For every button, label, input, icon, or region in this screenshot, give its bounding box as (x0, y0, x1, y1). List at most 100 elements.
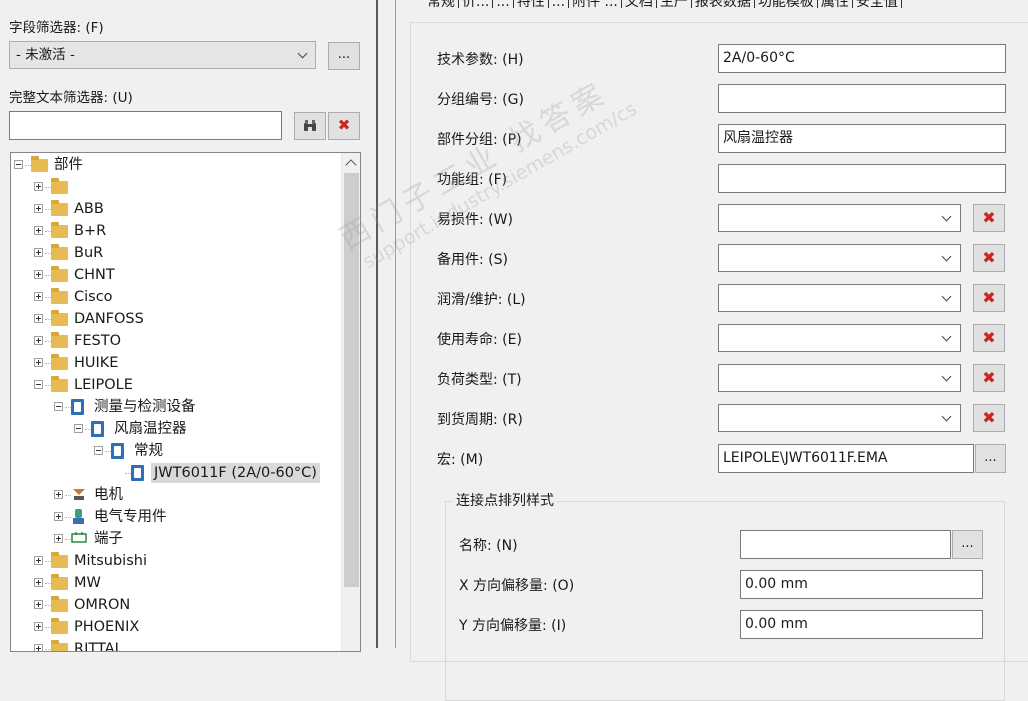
tab-6[interactable]: 文档 (622, 0, 656, 12)
parts-tree[interactable]: 部件 ABB B+R BuR CHNT Cisco DANFOSS FESTO HUIKE LEI… (10, 152, 361, 652)
expand-icon[interactable] (54, 512, 63, 521)
expand-icon[interactable] (34, 336, 43, 345)
tab-11[interactable]: 安全值 (853, 0, 901, 12)
group-number-input[interactable] (718, 84, 1006, 113)
service-life-dropdown[interactable] (718, 324, 961, 352)
folder-icon (51, 354, 68, 370)
expand-icon[interactable] (34, 314, 43, 323)
tree-item[interactable]: OMRON (11, 594, 341, 616)
part-group-input[interactable]: 风扇温控器 (718, 124, 1006, 153)
expand-icon[interactable] (34, 292, 43, 301)
wear-part-dropdown[interactable] (718, 204, 961, 232)
tab-0[interactable]: 常规 (424, 0, 458, 12)
lubrication-clear-button[interactable]: ✖ (973, 284, 1005, 312)
tree-item[interactable]: B+R (11, 220, 341, 242)
macro-browse-button[interactable]: ... (975, 444, 1006, 473)
folder-icon (51, 376, 68, 392)
tree-item[interactable]: 电机 (11, 484, 341, 506)
scroll-thumb[interactable] (344, 173, 359, 587)
expand-icon[interactable] (54, 490, 63, 499)
load-type-clear-button[interactable]: ✖ (973, 364, 1005, 392)
tree-item[interactable]: CHNT (11, 264, 341, 286)
tab-4[interactable]: ... (549, 0, 568, 12)
collapse-icon[interactable] (34, 380, 43, 389)
tree-item[interactable]: 测量与检测设备 (11, 396, 341, 418)
tab-9[interactable]: 功能模板 (755, 0, 817, 12)
tree-item[interactable]: 端子 (11, 528, 341, 550)
tree-item[interactable]: RITTAL (11, 638, 341, 651)
collapse-icon[interactable] (54, 402, 63, 411)
tab-1[interactable]: 价... (459, 0, 492, 12)
tree-scrollbar[interactable] (341, 153, 360, 651)
tree-item[interactable]: 电气专用件 (11, 506, 341, 528)
tab-5[interactable]: 附件 ... (569, 0, 621, 12)
expand-icon[interactable] (34, 270, 43, 279)
expand-icon[interactable] (34, 358, 43, 367)
search-button[interactable] (294, 112, 326, 140)
tree-item[interactable]: LEIPOLE (11, 374, 341, 396)
clear-filter-button[interactable]: ✖ (328, 112, 360, 140)
tab-10[interactable]: 属性 (818, 0, 852, 12)
expand-icon[interactable] (34, 644, 43, 651)
panel-splitter[interactable] (376, 0, 396, 648)
tab-3[interactable]: 特性 (514, 0, 548, 12)
function-group-label: 功能组: (F) (437, 172, 508, 188)
connection-name-browse-button[interactable]: ... (952, 530, 983, 559)
expand-icon[interactable] (34, 622, 43, 631)
tree-item[interactable]: FESTO (11, 330, 341, 352)
lubrication-dropdown[interactable] (718, 284, 961, 312)
tree-item[interactable]: JWT6011F (2A/0-60°C) (11, 462, 341, 484)
folder-icon (51, 200, 68, 216)
tree-item[interactable]: BuR (11, 242, 341, 264)
tab-8[interactable]: 报表数据 (692, 0, 754, 12)
spare-part-dropdown[interactable] (718, 244, 961, 272)
folder-icon (51, 178, 68, 194)
scroll-up-icon[interactable] (345, 159, 357, 171)
field-filter-dropdown[interactable]: - 未激活 - (9, 41, 316, 69)
lubrication-label: 润滑/维护: (L) (437, 292, 526, 308)
tree-item[interactable]: PHOENIX (11, 616, 341, 638)
tree-item[interactable]: DANFOSS (11, 308, 341, 330)
macro-input[interactable]: LEIPOLE\JWT6011F.EMA (718, 444, 974, 473)
x-offset-input[interactable]: 0.00 mm (740, 570, 983, 599)
collapse-icon[interactable] (14, 160, 23, 169)
tree-item[interactable] (11, 176, 341, 198)
tree-item[interactable]: Mitsubishi (11, 550, 341, 572)
expand-icon[interactable] (34, 226, 43, 235)
delivery-period-clear-button[interactable]: ✖ (973, 404, 1005, 432)
spare-part-clear-button[interactable]: ✖ (973, 244, 1005, 272)
y-offset-input[interactable]: 0.00 mm (740, 610, 983, 639)
load-type-dropdown[interactable] (718, 364, 961, 392)
tree-item[interactable]: 部件 (11, 154, 341, 176)
service-life-clear-button[interactable]: ✖ (973, 324, 1005, 352)
expand-icon[interactable] (34, 248, 43, 257)
field-filter-more-button[interactable]: ... (328, 42, 360, 70)
collapse-icon[interactable] (74, 424, 83, 433)
expand-icon[interactable] (34, 182, 43, 191)
tab-7[interactable]: 生产 (657, 0, 691, 12)
expand-icon[interactable] (34, 556, 43, 565)
tree-item[interactable]: 常规 (11, 440, 341, 462)
expand-icon[interactable] (34, 204, 43, 213)
tree-item[interactable]: MW (11, 572, 341, 594)
tree-item[interactable]: Cisco (11, 286, 341, 308)
function-group-input[interactable] (718, 164, 1006, 193)
expand-icon[interactable] (34, 600, 43, 609)
wear-part-clear-button[interactable]: ✖ (973, 204, 1005, 232)
connection-name-input[interactable] (740, 530, 951, 559)
delete-icon: ✖ (982, 408, 996, 427)
fulltext-filter-input[interactable] (9, 111, 282, 140)
motor-icon (71, 486, 87, 506)
expand-icon[interactable] (34, 578, 43, 587)
chevron-down-icon (941, 331, 952, 342)
tab-2[interactable]: ... (493, 0, 512, 12)
tree-item[interactable]: 风扇温控器 (11, 418, 341, 440)
connection-group-title: 连接点排列样式 (453, 491, 557, 511)
folder-icon (51, 244, 68, 260)
tech-params-input[interactable]: 2A/0-60°C (718, 44, 1006, 73)
tree-item[interactable]: ABB (11, 198, 341, 220)
collapse-icon[interactable] (94, 446, 103, 455)
tree-item[interactable]: HUIKE (11, 352, 341, 374)
expand-icon[interactable] (54, 534, 63, 543)
delivery-period-dropdown[interactable] (718, 404, 961, 432)
